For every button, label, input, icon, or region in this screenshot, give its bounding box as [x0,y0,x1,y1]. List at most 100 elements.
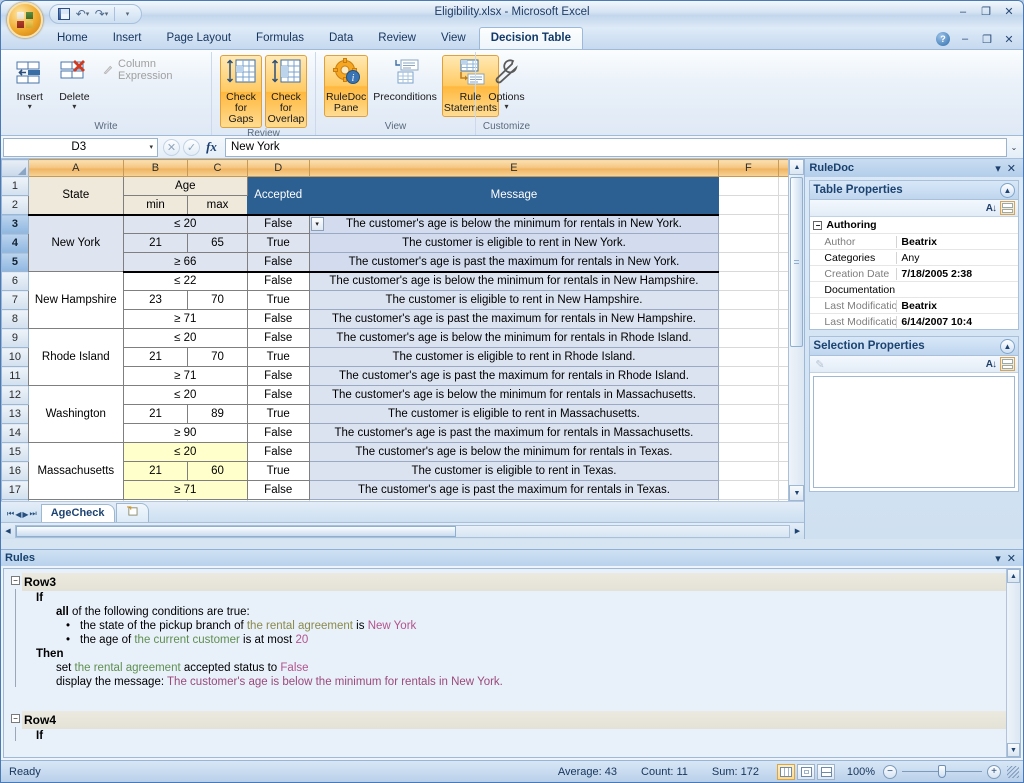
collapse-selection-properties-button[interactable]: ▲ [1000,338,1015,354]
scroll-right-button[interactable]: ▶ [790,527,804,535]
property-row-documentation[interactable]: Documentation [810,281,1018,297]
office-orb-button[interactable] [7,2,43,38]
enter-formula-button[interactable]: ✓ [183,138,200,156]
cell-d6-accepted[interactable]: False [246,271,310,291]
cell-b5-range[interactable]: ≥ 66 [122,252,248,273]
cell-a1-state-header[interactable]: State [27,176,124,215]
scroll-up-button[interactable]: ▲ [1007,569,1020,583]
cell-a3-state[interactable]: New York [27,213,124,272]
row-header-8[interactable]: 8 [1,309,29,329]
tab-insert[interactable]: Insert [101,27,154,49]
scroll-down-button[interactable]: ▼ [789,485,805,501]
column-header-f[interactable]: F [718,159,779,177]
cell-f10[interactable] [718,347,779,367]
cell-d1-accepted-header[interactable]: Accepted [246,176,310,215]
chevron-down-icon[interactable]: ▾ [72,103,76,111]
row-header-4[interactable]: 4 [1,233,29,253]
expand-formula-bar-button[interactable]: ⌄ [1007,143,1021,152]
cell-c13-max[interactable]: 89 [187,404,248,424]
column-header-a[interactable]: A [27,159,124,177]
row-header-5[interactable]: 5 [1,252,29,272]
cell-f14[interactable] [718,423,779,443]
chevron-down-icon[interactable]: ▾ [504,103,508,111]
minimize-button[interactable]: – [955,5,971,19]
cell-d5-accepted[interactable]: False [246,252,310,273]
property-row-last-modification-author[interactable]: Last Modification A Beatrix [810,297,1018,313]
cell-b7-min[interactable]: 23 [122,290,189,310]
cell-b11-range[interactable]: ≥ 71 [122,366,248,386]
row-header-17[interactable]: 17 [1,480,29,500]
cell-e7-message[interactable]: The customer is eligible to rent in New … [308,290,720,310]
preconditions-button[interactable]: Preconditions [371,55,439,106]
cell-b17-range[interactable]: ≥ 71 [122,480,248,500]
row-header-12[interactable]: 12 [1,385,29,405]
cell-f17[interactable] [718,480,779,500]
workbook-minimize-button[interactable]: – [958,33,972,45]
property-value[interactable]: Beatrix [896,235,1018,248]
resize-grip[interactable] [1007,765,1019,778]
maximize-button[interactable]: ❐ [978,5,994,19]
cell-f9[interactable] [718,328,779,348]
row-header-9[interactable]: 9 [1,328,29,348]
cell-e12-message[interactable]: The customer's age is below the minimum … [308,385,720,405]
property-row-last-modification-date[interactable]: Last Modification D 6/14/2007 10:4 [810,313,1018,329]
cell-b9-range[interactable]: ≤ 20 [122,328,248,348]
formula-input[interactable]: New York [225,137,1007,157]
cell-f5[interactable] [718,252,779,272]
column-header-e[interactable]: E [308,159,720,177]
hscroll-track[interactable] [15,524,791,538]
cell-f6[interactable] [718,271,779,291]
cell-f3[interactable] [718,214,779,234]
row-header-7[interactable]: 7 [1,290,29,310]
property-row-author[interactable]: Author Beatrix [810,233,1018,249]
cell-e4-message[interactable]: The customer is eligible to rent in New … [308,233,720,253]
collapse-icon[interactable]: − [813,220,823,230]
eraser-icon[interactable]: ✎ [813,358,981,371]
authoring-group-header[interactable]: − Authoring [810,217,1018,233]
delete-button[interactable]: Delete ▾ [54,55,96,113]
cell-b6-range[interactable]: ≤ 22 [122,271,248,291]
cell-e16-message[interactable]: The customer is eligible to rent in Texa… [308,461,720,481]
row-header-13[interactable]: 13 [1,404,29,424]
row-header-2[interactable]: 2 [1,195,29,215]
tab-view[interactable]: View [429,27,478,49]
row-header-3[interactable]: 3 [1,214,29,234]
help-icon[interactable]: ? [936,32,950,46]
rules-close-button[interactable]: ✕ [1004,552,1019,565]
cell-e3-message[interactable]: ▾ The customer's age is below the minimu… [308,213,720,234]
cell-d4-accepted[interactable]: True [246,233,310,253]
scroll-left-button[interactable]: ◀ [1,527,15,535]
cell-f1[interactable] [718,176,779,196]
next-sheet-button[interactable]: ▶ [22,510,28,519]
cell-d3-accepted[interactable]: False [246,213,310,234]
row-header-16[interactable]: 16 [1,461,29,481]
cell-a12-state[interactable]: Washington [27,385,124,443]
cell-f8[interactable] [718,309,779,329]
cell-d16-accepted[interactable]: True [246,461,310,481]
cell-d9-accepted[interactable]: False [246,328,310,348]
ruledoc-pane-button[interactable]: i RuleDoc Pane [324,55,369,117]
insert-button[interactable]: Insert ▾ [9,55,51,113]
cell-e14-message[interactable]: The customer's age is past the maximum f… [308,423,720,443]
chevron-down-icon[interactable]: ▾ [149,143,153,151]
cell-f13[interactable] [718,404,779,424]
cell-d15-accepted[interactable]: False [246,442,310,462]
grid-vertical-scrollbar[interactable]: ▲ ▼ [788,159,805,501]
rule-name-row4[interactable]: Row4 [22,711,1020,729]
cell-e5-message[interactable]: The customer's age is past the maximum f… [308,252,720,273]
workbook-close-button[interactable]: ✕ [1002,33,1016,46]
chevron-down-icon[interactable]: ▾ [28,103,32,111]
prev-sheet-button[interactable]: ◀ [15,510,21,519]
options-button[interactable]: Options ▾ [484,55,529,113]
page-layout-view-button[interactable] [797,763,815,780]
cell-d10-accepted[interactable]: True [246,347,310,367]
check-for-gaps-button[interactable]: Check for Gaps [220,55,262,128]
cell-a15-state[interactable]: Massachusetts [27,442,124,500]
sort-alpha-icon[interactable]: A↓ [986,359,997,370]
cell-d12-accepted[interactable]: False [246,385,310,405]
grid-horizontal-scrollbar[interactable]: ◀ ▶ [1,522,805,539]
cell-d8-accepted[interactable]: False [246,309,310,329]
cell-c7-max[interactable]: 70 [187,290,248,310]
insert-worksheet-button[interactable] [115,503,149,522]
tab-page-layout[interactable]: Page Layout [154,27,243,49]
